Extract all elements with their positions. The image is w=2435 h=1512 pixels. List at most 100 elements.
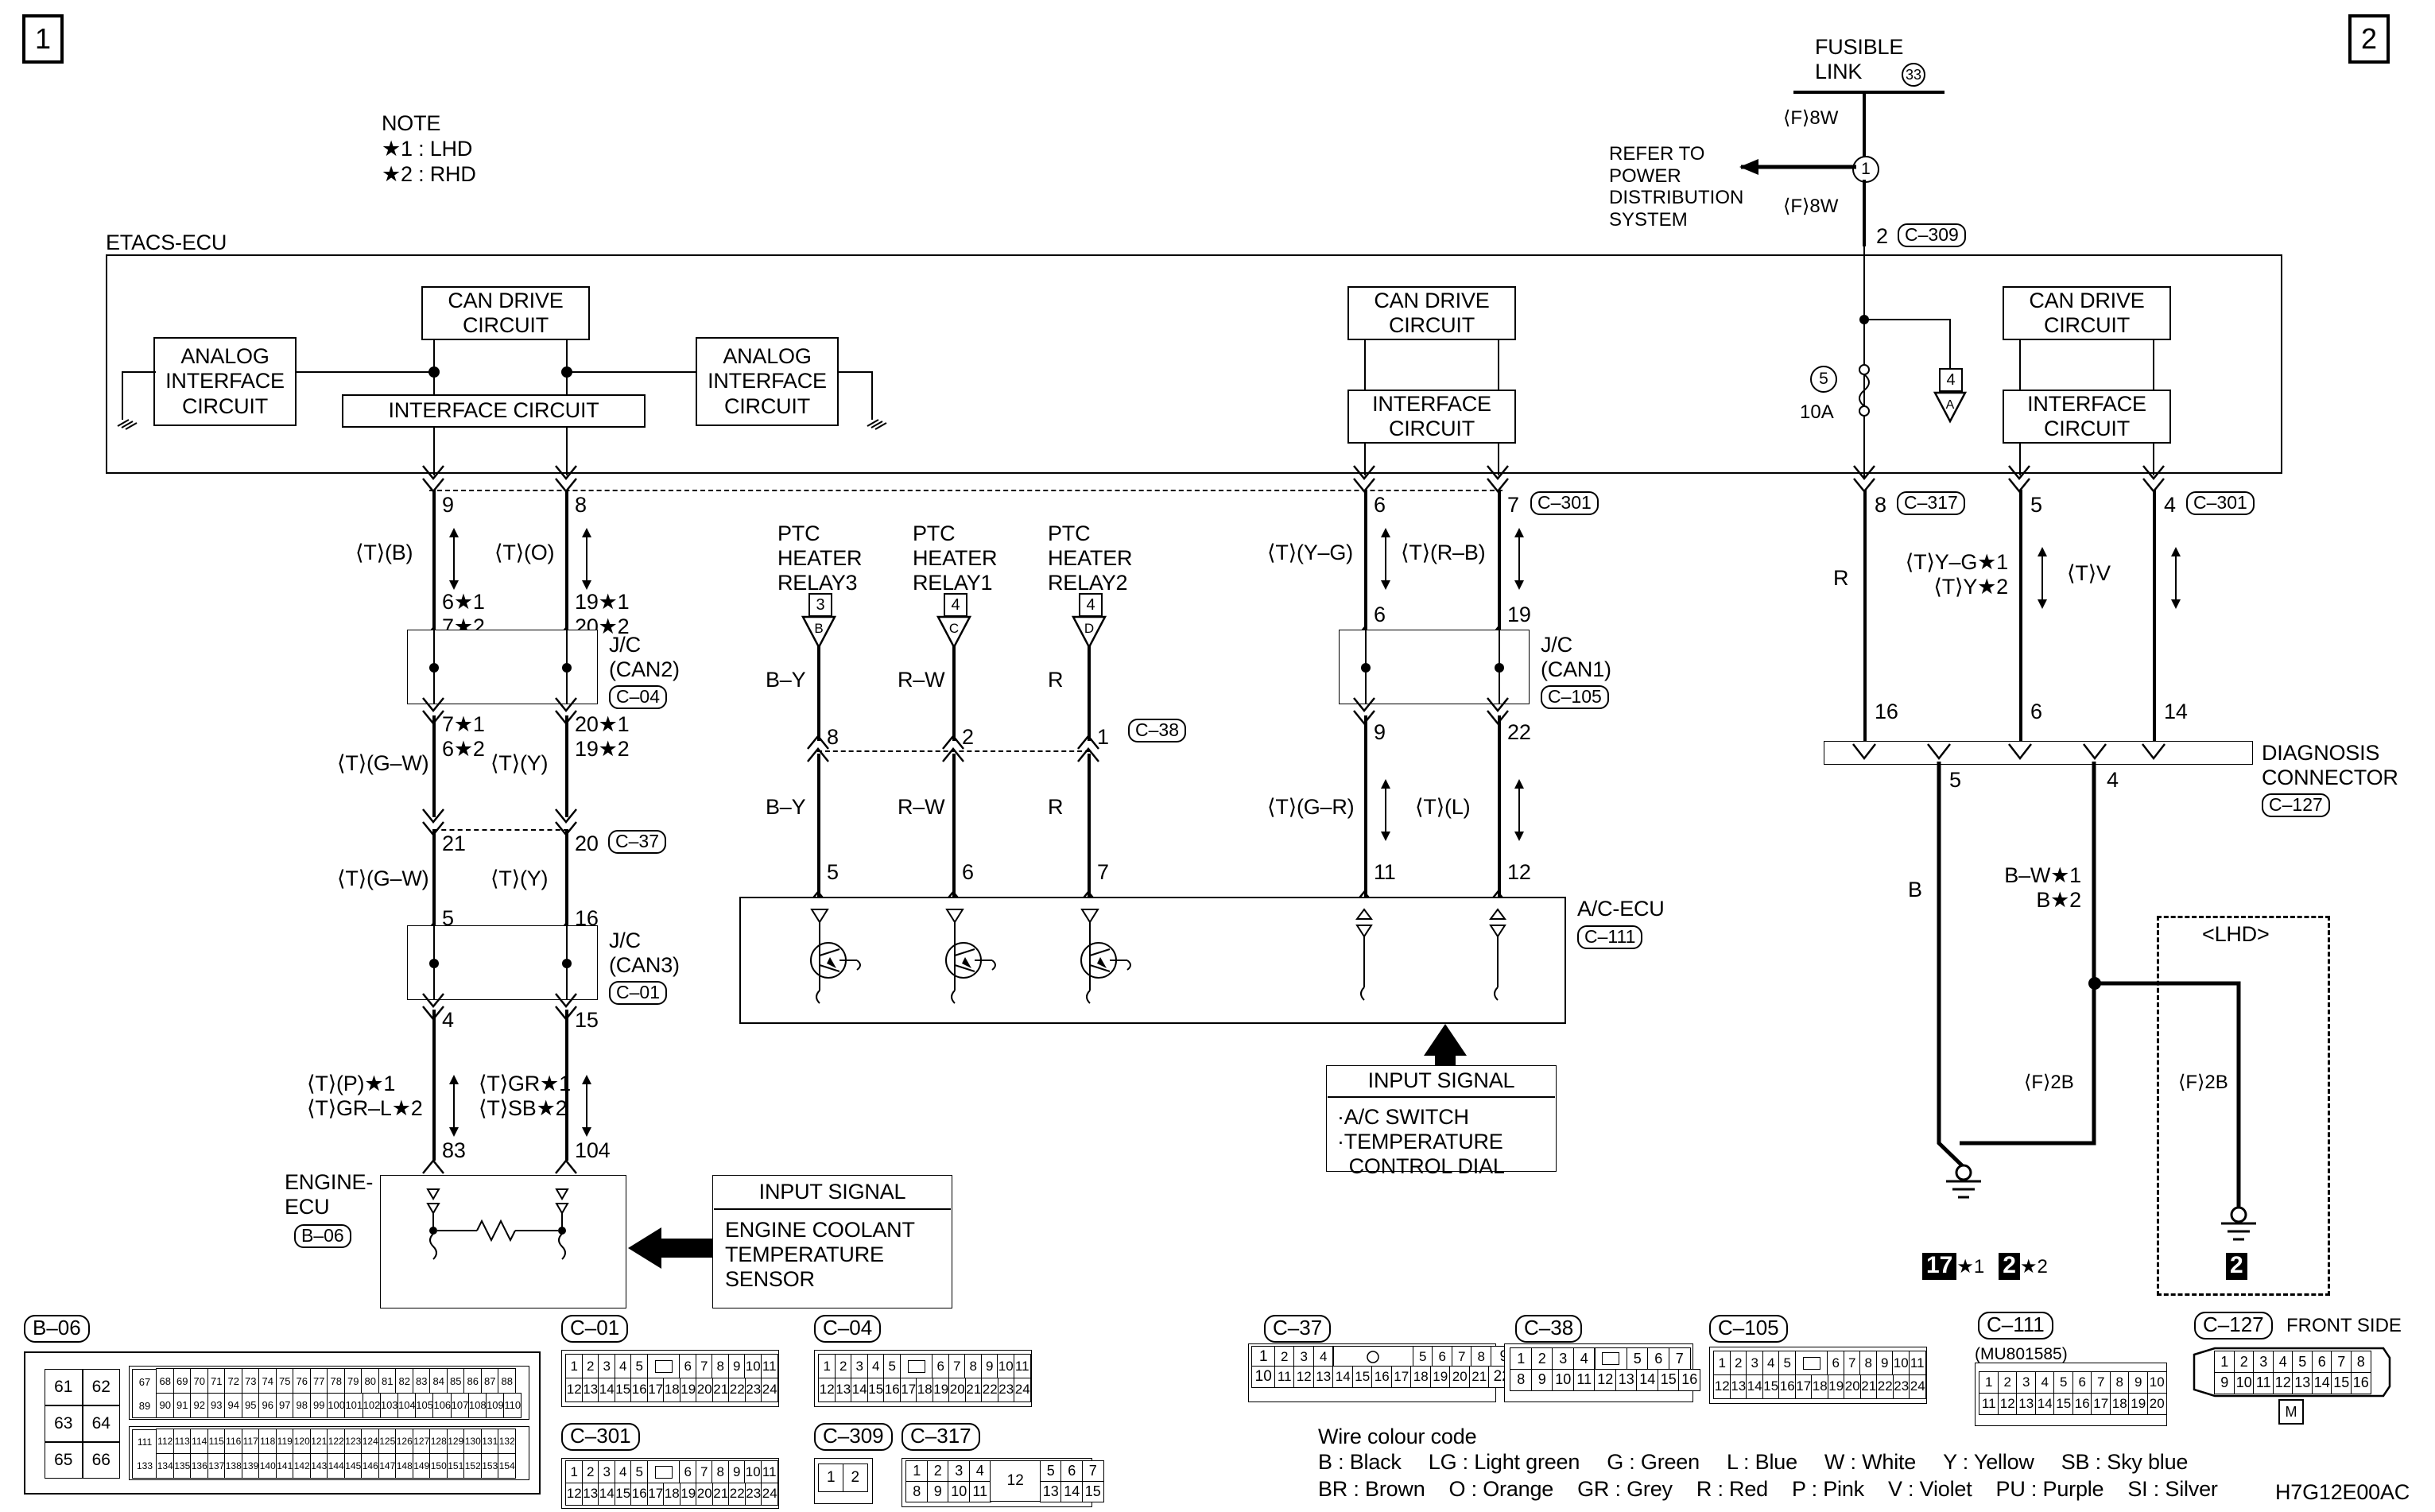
c127-row-1: 12345678 bbox=[2214, 1351, 2371, 1374]
can2-wire-b bbox=[432, 490, 436, 641]
pin-14: 14 bbox=[598, 1482, 616, 1506]
pin-14: 14 bbox=[2311, 1371, 2332, 1394]
pin-142: 142 bbox=[293, 1452, 312, 1479]
pin-1: 1 bbox=[2214, 1351, 2235, 1374]
svg-text:D: D bbox=[1084, 621, 1094, 636]
pin-143: 143 bbox=[309, 1452, 328, 1479]
pin-24: 24 bbox=[1014, 1377, 1032, 1402]
pin-127: 127 bbox=[412, 1429, 431, 1455]
pin-19: 19 bbox=[1827, 1374, 1845, 1399]
pin-95: 95 bbox=[241, 1392, 260, 1418]
ptc-heater-relay1-triangle-icon: C bbox=[936, 615, 972, 649]
jc-can3-connector-wrap: C–01 bbox=[609, 981, 667, 1006]
diag-wire-label-v: ⟨T⟩V bbox=[2067, 561, 2111, 585]
fusible-link-number: 33 bbox=[1902, 63, 1925, 87]
engine-input-signal-title: INPUT SIGNAL bbox=[758, 1180, 906, 1204]
pin-14: 14 bbox=[851, 1377, 869, 1402]
pin-75: 75 bbox=[275, 1368, 294, 1394]
jc-can1-dot-2 bbox=[1495, 663, 1504, 673]
can3-out-wire-1 bbox=[432, 1010, 436, 1161]
etacs-can-drive-circuit-3: CAN DRIVE CIRCUIT bbox=[2003, 286, 2171, 340]
pin-118: 118 bbox=[258, 1429, 277, 1455]
jc-can3-connector: C–01 bbox=[609, 981, 667, 1006]
bottom-connector-c309-label-wrap: C–309 bbox=[814, 1423, 893, 1452]
c37-connector-wrap: C–37 bbox=[608, 830, 666, 855]
pin-24: 24 bbox=[761, 1377, 779, 1402]
pin-8: 8 bbox=[2109, 1371, 2130, 1394]
etacs-power-feed bbox=[1863, 246, 1865, 477]
ptc-relay1-wire-bot bbox=[952, 754, 956, 897]
pin-77: 77 bbox=[309, 1368, 328, 1394]
pin-12: 12 bbox=[565, 1482, 584, 1506]
diag-conn-pin-16: 16 bbox=[1875, 700, 1898, 723]
can1-jc-in-pin-19: 19 bbox=[1507, 603, 1531, 626]
pin-23: 23 bbox=[997, 1377, 1015, 1402]
pin-row-upper: 1 2 3 4 5 6 7 8 9 10 11 bbox=[818, 1354, 1031, 1379]
pin-19: 19 bbox=[679, 1377, 697, 1402]
ac-ecu-label: A/C-ECU bbox=[1577, 897, 1665, 921]
bidir-arrow-3 bbox=[449, 1075, 459, 1137]
pin-12: 12 bbox=[1594, 1368, 1617, 1391]
b06-upper-tab: 67 89 bbox=[132, 1369, 157, 1418]
pin-11: 11 bbox=[1979, 1392, 1999, 1415]
ptc-relay2-wire-bot-label: R bbox=[1048, 795, 1064, 819]
ptc-heater-relay3-triangle-icon: B bbox=[801, 615, 837, 649]
can2-wire-y-1 bbox=[565, 715, 568, 817]
bottom-connector-c04-label-wrap: C–04 bbox=[814, 1315, 882, 1343]
ptc-relay2-wire-top bbox=[1088, 646, 1091, 741]
pin-5: 5 bbox=[1626, 1347, 1649, 1370]
pin-row-lower: 12 13 14 15 16 17 18 19 20 21 22 23 24 bbox=[1713, 1374, 1927, 1399]
bidir-arrow-7 bbox=[1381, 779, 1390, 841]
c317-row-1a: 1234 bbox=[905, 1460, 991, 1483]
c38-center-slot bbox=[1594, 1347, 1628, 1370]
pin-7: 7 bbox=[695, 1460, 713, 1484]
pin-8: 8 bbox=[712, 1354, 730, 1379]
etacs-ground-triangle-icon: A bbox=[1933, 391, 1968, 424]
pin-103: 103 bbox=[379, 1392, 399, 1418]
pin-130: 130 bbox=[463, 1429, 483, 1455]
c317-left-group: 1234 8 9 10 11 bbox=[905, 1460, 991, 1502]
ground-code-left-group: 17 ★1 2 ★2 bbox=[1922, 1253, 2048, 1280]
pin-17: 17 bbox=[1390, 1366, 1412, 1389]
pin-11: 11 bbox=[1572, 1368, 1596, 1391]
pin-7: 7 bbox=[1843, 1351, 1861, 1376]
ac-ecu-driver-transistor-1 bbox=[810, 909, 861, 1004]
c317-row-2b: 13 14 15 bbox=[1039, 1480, 1104, 1502]
c37-center-slot bbox=[1332, 1346, 1414, 1369]
fuse-symbol bbox=[1859, 364, 1870, 417]
c301-pins: 1 2 3 4 5 6 7 8 9 10 11 12 13 14 15 16 17 18 19 20 21 22 23 24 bbox=[565, 1460, 779, 1506]
can1-ac-pin-12: 12 bbox=[1507, 860, 1531, 884]
wcc-br: BR : Brown bbox=[1318, 1477, 1425, 1501]
pin-13: 13 bbox=[1039, 1480, 1062, 1502]
c38-connector: C–38 bbox=[1128, 719, 1186, 743]
c37-row2-mid: 11 12 13 14 15 16 17 18 19 20 21 bbox=[1274, 1366, 1490, 1389]
pin-18: 18 bbox=[663, 1482, 681, 1506]
pin-14: 14 bbox=[1636, 1368, 1659, 1391]
pin-97: 97 bbox=[275, 1392, 294, 1418]
wcc-gr: GR : Grey bbox=[1577, 1477, 1673, 1501]
c37-pin-right: 20 bbox=[575, 832, 599, 855]
pin-13: 13 bbox=[581, 1377, 599, 1402]
c127-mount-tab: M bbox=[2278, 1399, 2304, 1425]
wire-colour-code-row-1: B : Black LG : Light green G : Green L :… bbox=[1318, 1450, 2188, 1475]
pin-15: 15 bbox=[614, 1482, 632, 1506]
etacs-right-lead-1 bbox=[2019, 340, 2021, 390]
pin-134: 134 bbox=[156, 1452, 175, 1479]
engine-ecu-internal-circuit bbox=[426, 1188, 569, 1260]
diag-wire-yg bbox=[2019, 490, 2022, 744]
bottom-connector-c105-label-wrap: C–105 bbox=[1709, 1315, 1788, 1343]
ac-input-signal-title: INPUT SIGNAL bbox=[1367, 1068, 1515, 1093]
c317-row-2a: 8 9 10 11 bbox=[905, 1480, 991, 1502]
pin-69: 69 bbox=[173, 1368, 192, 1394]
c309-pin-2: 2 bbox=[842, 1464, 868, 1493]
wire-colour-code-title: Wire colour code bbox=[1318, 1425, 1477, 1448]
pin-147: 147 bbox=[378, 1452, 397, 1479]
c317-pin-12: 12 bbox=[990, 1460, 1041, 1502]
pin-13: 13 bbox=[1729, 1374, 1747, 1399]
pin-6: 6 bbox=[679, 1460, 697, 1484]
pin-132: 132 bbox=[498, 1429, 517, 1455]
etacs-analog-link-1 bbox=[297, 371, 434, 373]
pin-15: 15 bbox=[614, 1377, 632, 1402]
pin-14: 14 bbox=[598, 1377, 616, 1402]
c317-pins: 1234 8 9 10 11 12 567 13 14 15 bbox=[905, 1460, 1104, 1502]
